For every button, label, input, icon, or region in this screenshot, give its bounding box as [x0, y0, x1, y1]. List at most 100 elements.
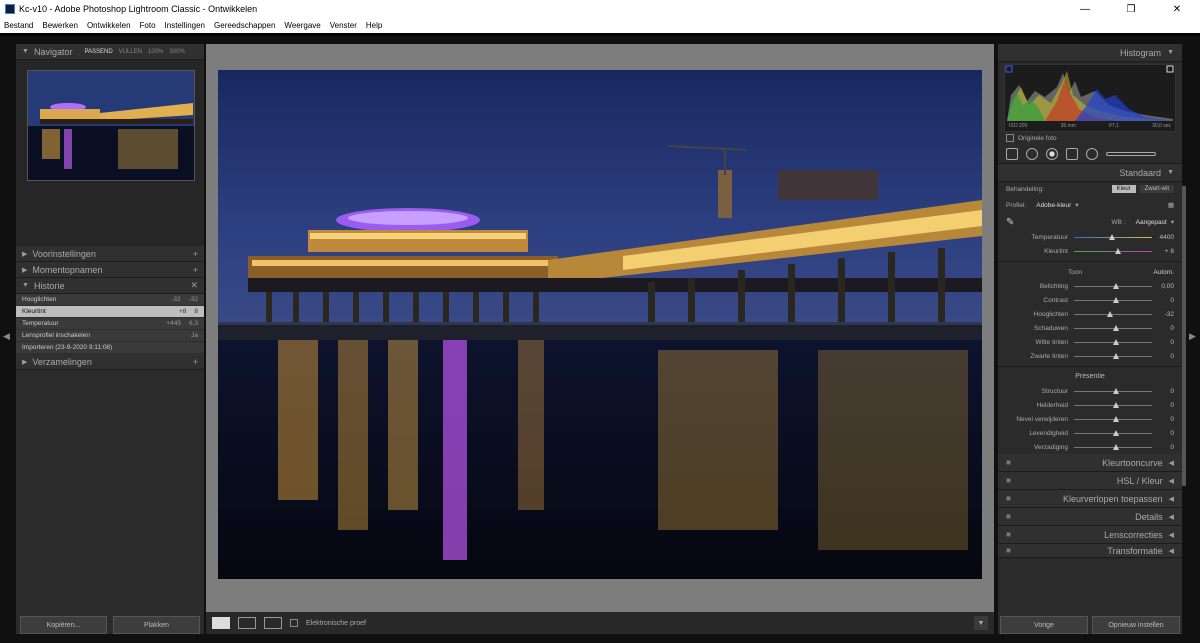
- menu-ontwikkelen[interactable]: Ontwikkelen: [87, 21, 131, 30]
- section-header-hsl[interactable]: ◼ HSL / Kleur ◀: [998, 472, 1182, 490]
- right-panel-scrollbar[interactable]: [1182, 186, 1186, 486]
- slider-track[interactable]: [1074, 443, 1152, 450]
- panel-switch-icon[interactable]: ◼: [1006, 531, 1011, 538]
- slider-knob[interactable]: [1113, 443, 1119, 450]
- slider-track[interactable]: [1074, 282, 1152, 289]
- wb-eyedropper-icon[interactable]: ✎: [1006, 217, 1014, 228]
- menu-instellingen[interactable]: Instellingen: [165, 21, 205, 30]
- history-item[interactable]: Importeren (23-9-2020 9:11:08): [16, 342, 204, 354]
- slider-knob[interactable]: [1113, 352, 1119, 359]
- slider-track[interactable]: [1074, 415, 1152, 422]
- slider-knob[interactable]: [1113, 387, 1119, 394]
- add-snapshot-icon[interactable]: +: [193, 265, 198, 275]
- slider-track[interactable]: [1074, 338, 1152, 345]
- loupe-view-icon[interactable]: [212, 617, 230, 629]
- radial-filter-icon[interactable]: [1086, 147, 1098, 160]
- profile-dropdown[interactable]: Adobe-kleur: [1036, 202, 1071, 209]
- minimize-button[interactable]: —: [1062, 4, 1108, 15]
- navigator-thumbnail[interactable]: [27, 70, 195, 181]
- close-button[interactable]: ✕: [1154, 4, 1200, 15]
- copy-settings-button[interactable]: Kopiëren...: [20, 616, 107, 634]
- panel-switch-icon[interactable]: ◼: [1006, 477, 1011, 484]
- slider-track[interactable]: [1074, 401, 1152, 408]
- zoom-100[interactable]: 100%: [148, 49, 163, 55]
- history-item[interactable]: Lensprofiel inschakelen Ja: [16, 330, 204, 342]
- clear-history-icon[interactable]: ✕: [190, 280, 198, 291]
- slider-track[interactable]: [1074, 324, 1152, 331]
- wb-dropdown[interactable]: Aangepast: [1136, 219, 1167, 226]
- add-collection-icon[interactable]: +: [193, 357, 198, 367]
- profile-browser-icon[interactable]: ▦: [1168, 201, 1174, 209]
- original-photo-checkbox[interactable]: [1006, 134, 1014, 142]
- reset-button[interactable]: Opnieuw instellen: [1092, 616, 1180, 634]
- temperature-slider[interactable]: [1074, 233, 1152, 240]
- left-panel-collapse-icon[interactable]: ◀: [3, 331, 10, 342]
- section-header-tone-curve[interactable]: ◼ Kleurtooncurve ◀: [998, 454, 1182, 472]
- slider-row[interactable]: Contrast 0: [998, 293, 1182, 307]
- chevron-down-icon[interactable]: ▾: [1171, 218, 1174, 226]
- presets-header[interactable]: ▶ Voorinstellingen +: [16, 246, 204, 262]
- slider-value[interactable]: 0: [1152, 325, 1174, 332]
- auto-tone-button[interactable]: Autom.: [1153, 269, 1174, 276]
- before-after-split-icon[interactable]: [264, 617, 282, 629]
- slider-row[interactable]: Structuur 0: [998, 384, 1182, 398]
- slider-knob[interactable]: [1106, 310, 1113, 317]
- slider-track[interactable]: [1074, 352, 1152, 359]
- panel-switch-icon[interactable]: ◼: [1006, 459, 1011, 466]
- menu-venster[interactable]: Venster: [330, 21, 357, 30]
- menu-bestand[interactable]: Bestand: [4, 21, 33, 30]
- red-eye-icon[interactable]: [1046, 147, 1058, 160]
- pier-photo[interactable]: [218, 70, 982, 579]
- section-header-color-grading[interactable]: ◼ Kleurverlopen toepassen ◀: [998, 490, 1182, 508]
- slider-row[interactable]: Verzadiging 0: [998, 440, 1182, 454]
- slider-knob[interactable]: [1113, 415, 1119, 422]
- histogram-graph[interactable]: ISO 200 35 mm f/7,1 30,0 sec: [1004, 64, 1176, 132]
- paste-settings-button[interactable]: Plakken: [113, 616, 200, 634]
- slider-row[interactable]: Levendigheid 0: [998, 426, 1182, 440]
- slider-track[interactable]: [1074, 310, 1152, 317]
- menu-weergave[interactable]: Weergave: [284, 21, 320, 30]
- slider-row[interactable]: Belichting 0,00: [998, 279, 1182, 293]
- before-after-icon[interactable]: [238, 617, 256, 629]
- panel-switch-icon[interactable]: ◼: [1006, 513, 1011, 520]
- slider-knob[interactable]: [1113, 429, 1119, 436]
- history-header[interactable]: ▼ Historie ✕: [16, 278, 204, 294]
- navigator-header[interactable]: ▼ Navigator PASSEND VULLEN 100% 300%: [16, 44, 204, 60]
- crop-tool-icon[interactable]: [1006, 147, 1018, 160]
- snapshots-header[interactable]: ▶ Momentopnamen +: [16, 262, 204, 278]
- menu-help[interactable]: Help: [366, 21, 382, 30]
- menu-foto[interactable]: Foto: [140, 21, 156, 30]
- slider-row[interactable]: Helderheid 0: [998, 398, 1182, 412]
- tint-value[interactable]: + 8: [1152, 248, 1174, 255]
- slider-value[interactable]: 0: [1152, 353, 1174, 360]
- slider-value[interactable]: 0: [1152, 339, 1174, 346]
- zoom-fit[interactable]: PASSEND: [84, 49, 112, 55]
- treatment-color-option[interactable]: Kleur: [1111, 185, 1136, 193]
- slider-row[interactable]: Hooglichten -32: [998, 307, 1182, 321]
- chevron-down-icon[interactable]: ▾: [1075, 201, 1078, 209]
- slider-value[interactable]: -32: [1152, 311, 1174, 318]
- tint-slider[interactable]: [1074, 247, 1152, 254]
- add-preset-icon[interactable]: +: [193, 249, 198, 259]
- zoom-300[interactable]: 300%: [169, 49, 184, 55]
- maximize-button[interactable]: ❐: [1108, 4, 1154, 15]
- history-item[interactable]: Hooglichten -32 -32: [16, 294, 204, 306]
- slider-knob[interactable]: [1113, 401, 1119, 408]
- collections-header[interactable]: ▶ Verzamelingen +: [16, 354, 204, 370]
- slider-value[interactable]: 0: [1152, 416, 1174, 423]
- treatment-bw-option[interactable]: Zwart-wit: [1139, 185, 1174, 193]
- panel-switch-icon[interactable]: ◼: [1006, 495, 1011, 502]
- zoom-fill[interactable]: VULLEN: [119, 49, 142, 55]
- section-header-lens-corrections[interactable]: ◼ Lenscorrecties ◀: [998, 526, 1182, 544]
- slider-value[interactable]: 0,00: [1152, 283, 1174, 290]
- basic-header[interactable]: Standaard ▼: [998, 164, 1182, 182]
- slider-knob[interactable]: [1113, 338, 1119, 345]
- slider-row[interactable]: Nevel verwijderen 0: [998, 412, 1182, 426]
- soft-proof-checkbox[interactable]: [290, 619, 298, 627]
- tint-slider-row[interactable]: Kleurtint + 8: [998, 244, 1182, 258]
- slider-value[interactable]: 0: [1152, 430, 1174, 437]
- slider-knob[interactable]: [1113, 282, 1119, 289]
- menu-gereedschappen[interactable]: Gereedschappen: [214, 21, 275, 30]
- slider-track[interactable]: [1074, 387, 1152, 394]
- right-panel-collapse-icon[interactable]: ▶: [1189, 331, 1196, 342]
